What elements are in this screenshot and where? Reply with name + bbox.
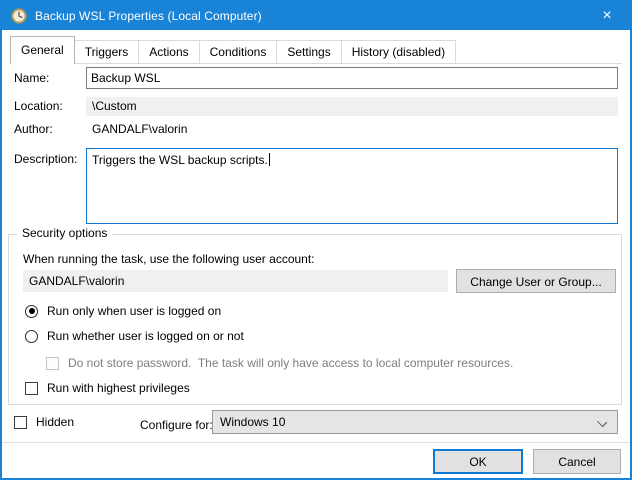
checkbox-disabled-icon — [46, 357, 59, 370]
account-hint-label: When running the task, use the following… — [23, 252, 315, 266]
checkbox-hidden-icon — [14, 416, 27, 429]
author-label: Author: — [14, 122, 53, 136]
tab-settings[interactable]: Settings — [276, 40, 341, 63]
tab-history[interactable]: History (disabled) — [341, 40, 456, 63]
user-account-field: GANDALF\valorin — [23, 270, 448, 292]
tab-actions[interactable]: Actions — [138, 40, 199, 63]
text-caret — [269, 153, 270, 166]
checkbox-unchecked-icon — [25, 382, 38, 395]
radio-unselected-icon — [25, 330, 38, 343]
description-text: Triggers the WSL backup scripts. — [92, 153, 268, 167]
radio-selected-icon — [25, 305, 38, 318]
name-label: Name: — [14, 71, 49, 85]
cancel-button[interactable]: Cancel — [533, 449, 621, 474]
radio-run-logged-on[interactable]: Run only when user is logged on — [25, 304, 221, 318]
window-title: Backup WSL Properties (Local Computer) — [35, 9, 262, 23]
checkbox-hidden-label: Hidden — [36, 415, 74, 429]
change-user-button[interactable]: Change User or Group... — [456, 269, 616, 293]
security-options-group: Security options When running the task, … — [8, 234, 622, 405]
close-icon[interactable]: × — [584, 2, 630, 30]
configure-for-value: Windows 10 — [220, 415, 285, 429]
title-bar: Backup WSL Properties (Local Computer) × — [2, 2, 630, 30]
checkbox-highest-privileges[interactable]: Run with highest privileges — [25, 381, 190, 395]
tab-strip: General Triggers Actions Conditions Sett… — [10, 36, 622, 64]
task-scheduler-clock-icon — [11, 8, 27, 24]
name-input[interactable]: Backup WSL — [86, 67, 618, 89]
checkbox-highest-privileges-label: Run with highest privileges — [47, 381, 190, 395]
task-properties-dialog: Backup WSL Properties (Local Computer) ×… — [0, 0, 632, 480]
checkbox-no-password-label: Do not store password. The task will onl… — [68, 356, 513, 370]
footer-divider — [2, 442, 630, 443]
chevron-down-icon — [597, 417, 607, 427]
description-label: Description: — [14, 152, 77, 166]
ok-button[interactable]: OK — [433, 449, 523, 474]
location-label: Location: — [14, 99, 63, 113]
radio-run-not-logged-on[interactable]: Run whether user is logged on or not — [25, 329, 244, 343]
radio-run-not-logged-on-label: Run whether user is logged on or not — [47, 329, 244, 343]
radio-run-logged-on-label: Run only when user is logged on — [47, 304, 221, 318]
tab-general[interactable]: General — [10, 36, 75, 64]
tab-conditions[interactable]: Conditions — [199, 40, 278, 63]
checkbox-no-password: Do not store password. The task will onl… — [46, 356, 513, 370]
configure-for-select[interactable]: Windows 10 — [212, 410, 618, 434]
author-value: GANDALF\valorin — [92, 122, 187, 136]
security-options-title: Security options — [17, 226, 112, 240]
checkbox-hidden[interactable]: Hidden — [14, 415, 74, 429]
configure-for-label: Configure for: — [140, 418, 213, 432]
account-row: GANDALF\valorin Change User or Group... — [23, 270, 616, 293]
location-field: \Custom — [86, 97, 618, 116]
description-textarea[interactable]: Triggers the WSL backup scripts. — [86, 148, 618, 224]
tab-triggers[interactable]: Triggers — [74, 40, 140, 63]
